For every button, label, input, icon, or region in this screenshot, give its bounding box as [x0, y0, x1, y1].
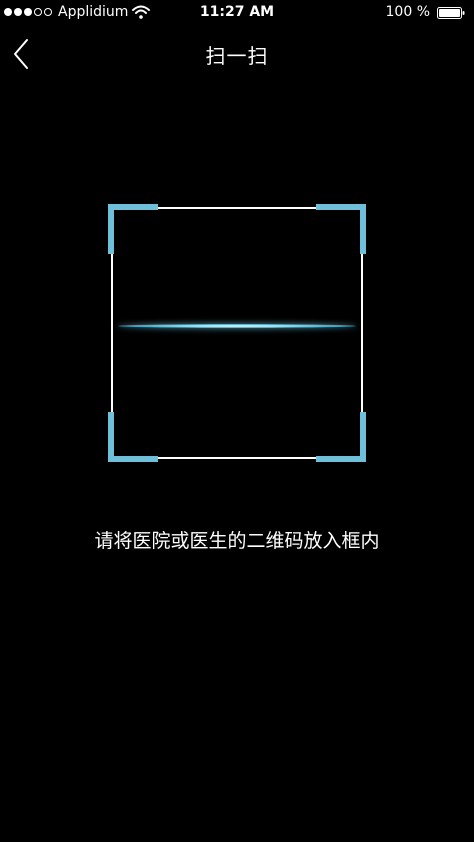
qr-scan-frame [108, 204, 366, 462]
battery-percentage: 100 % [385, 4, 430, 20]
scan-hint-text: 请将医院或医生的二维码放入框内 [94, 530, 380, 552]
page-title: 扫一扫 [205, 44, 269, 68]
navigation-bar: 扫一扫 [0, 26, 474, 82]
scan-corner-bottom-left [108, 412, 158, 462]
scan-corner-top-right [316, 204, 366, 254]
scan-corner-top-left [108, 204, 158, 254]
status-bar: Applidium 11:27 AM 100 % [0, 0, 474, 26]
scan-line [118, 324, 356, 328]
scan-corner-bottom-right [316, 412, 366, 462]
battery-icon [437, 7, 465, 19]
